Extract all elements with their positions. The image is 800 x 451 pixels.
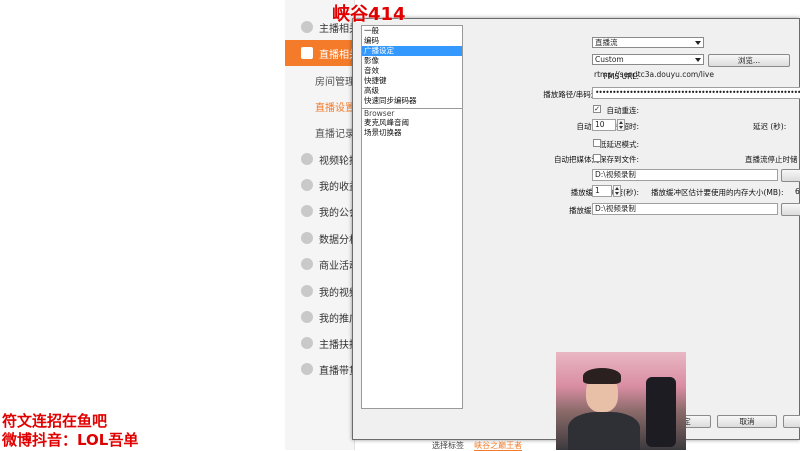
apply-button[interactable] — [783, 415, 800, 428]
save-stream-label: 自动把媒体流保存到文件: — [463, 154, 639, 165]
sidebar-item-label: 视频轮播 — [319, 155, 355, 167]
stop-live-label: 直播流停止时储 — [745, 155, 798, 164]
group-icon — [301, 205, 313, 217]
overlay-text-line2: 微博抖音：LOL吾单 — [2, 431, 139, 449]
category-quick-sync[interactable]: 快速同步编码器 — [362, 96, 462, 106]
webcam-chair — [646, 377, 676, 447]
buffer-length-stepper[interactable] — [613, 185, 621, 197]
webcam-person-hair — [583, 368, 621, 384]
sidebar-item-support[interactable]: 主播扶持 — [285, 330, 355, 356]
sidebar-item-analytics[interactable]: 数据分析 — [285, 225, 355, 251]
chevron-down-icon — [695, 41, 701, 45]
play-icon — [301, 153, 313, 165]
sidebar-item-business[interactable]: 商业活动 — [285, 251, 355, 277]
sidebar-item-label: 主播扶持 — [319, 339, 355, 351]
category-hotkeys[interactable]: 快捷键 — [362, 76, 462, 86]
service-select-value: Custom — [595, 55, 624, 64]
category-broadcast[interactable]: 广播设定 — [362, 46, 462, 56]
file-path-input[interactable]: D:\视频录制 — [592, 169, 778, 181]
sidebar-sub-live-records[interactable]: 直播记录 — [285, 121, 354, 143]
webcam-overlay — [556, 352, 686, 450]
chevron-down-icon — [695, 58, 701, 62]
webcam-person-body — [568, 412, 640, 450]
sidebar-item-video-carousel[interactable]: 视频轮播 — [285, 146, 355, 172]
business-icon — [301, 258, 313, 270]
sidebar-item-my-videos[interactable]: 我的视频 — [285, 278, 355, 304]
overlay-room-title: 峡谷414 — [332, 4, 406, 25]
low-latency-checkbox[interactable] — [593, 139, 601, 147]
mode-select[interactable]: 直播流 — [592, 37, 704, 48]
money-icon — [301, 179, 313, 191]
sidebar: 主播相关 直播相关 房间管理 直播设置 直播记录 视频轮播 我的收益 我的公会 … — [285, 0, 355, 450]
thumb-icon — [301, 337, 313, 349]
sidebar-sub-room-manage[interactable]: 房间管理 — [285, 69, 354, 91]
buffer-memory-label: 播放缓冲区估计要使用的内存大小(MB): — [651, 188, 784, 197]
overlay-text-line1: 符文连招在鱼吧 — [2, 412, 108, 430]
sidebar-item-label: 我的视频 — [319, 287, 355, 299]
category-audio[interactable]: 音效 — [362, 66, 462, 76]
play-path-field[interactable]: ••••••••••••••••••••••••••••••••••••••••… — [592, 87, 800, 99]
stream-background — [0, 0, 285, 450]
category-encoding[interactable]: 编码 — [362, 36, 462, 46]
category-browser-header: Browser — [362, 108, 462, 118]
select-tag-label: 选择标签 — [432, 441, 464, 450]
film-icon — [301, 285, 313, 297]
sidebar-item-commerce[interactable]: 直播带货 — [285, 356, 355, 382]
service-select[interactable]: Custom — [592, 54, 704, 65]
sidebar-item-label: 直播带货 — [319, 365, 355, 377]
sidebar-item-guild[interactable]: 我的公会 — [285, 198, 355, 224]
category-general[interactable]: 一般 — [362, 26, 462, 36]
sidebar-item-label: 商业活动 — [319, 260, 355, 272]
sidebar-item-promotion[interactable]: 我的推广 — [285, 304, 355, 330]
mode-select-value: 直播流 — [595, 38, 618, 47]
low-latency-label: 低延迟模式: — [598, 140, 639, 149]
buffer-memory-value: 6 — [795, 187, 800, 196]
buffer-file-browse-button[interactable] — [781, 203, 800, 216]
cart-icon — [301, 363, 313, 375]
user-icon — [301, 21, 313, 33]
save-stream-checkbox[interactable] — [593, 154, 601, 162]
settings-category-list: 一般 编码 广播设定 影像 音效 快捷键 高级 快速同步编码器 Browser … — [361, 25, 463, 409]
category-video[interactable]: 影像 — [362, 56, 462, 66]
sidebar-item-label: 直播相关 — [319, 49, 355, 61]
browse-button[interactable]: 浏览... — [708, 54, 790, 67]
fms-url-field[interactable]: rtmp://sendtc3a.douyu.com/live — [592, 70, 779, 82]
cancel-button[interactable]: 取消 — [717, 415, 777, 428]
sidebar-item-earnings[interactable]: 我的收益 — [285, 172, 355, 198]
category-advanced[interactable]: 高级 — [362, 86, 462, 96]
promote-icon — [301, 311, 313, 323]
reconnect-timeout-stepper[interactable] — [617, 119, 625, 131]
sidebar-item-label: 我的公会 — [319, 207, 355, 219]
auto-reconnect-checkbox[interactable]: ✓ — [593, 105, 601, 113]
chart-icon — [301, 232, 313, 244]
sidebar-item-live[interactable]: 直播相关 — [285, 40, 355, 66]
auto-reconnect-label: 自动重连: — [606, 106, 639, 115]
bottom-tag-bar: 选择标签 峡谷之巅王者 — [432, 440, 523, 451]
category-scene-switcher[interactable]: 场景切换器 — [362, 128, 462, 138]
sidebar-sub-live-settings[interactable]: 直播设置 — [285, 95, 354, 117]
reconnect-timeout-input[interactable]: 10 — [592, 119, 616, 131]
file-path-browse-button[interactable] — [781, 169, 800, 182]
delay-label: 延迟 (秒): — [753, 122, 787, 131]
buffer-length-input[interactable]: 1 — [592, 185, 612, 197]
video-icon — [301, 47, 313, 59]
category-mic-threshold[interactable]: 麦克风峰音阈 — [362, 118, 462, 128]
sidebar-item-label: 数据分析 — [319, 234, 355, 246]
sidebar-item-label: 我的收益 — [319, 181, 355, 193]
sidebar-item-label: 我的推广 — [319, 313, 355, 325]
buffer-file-input[interactable]: D:\视频录制 — [592, 203, 778, 215]
